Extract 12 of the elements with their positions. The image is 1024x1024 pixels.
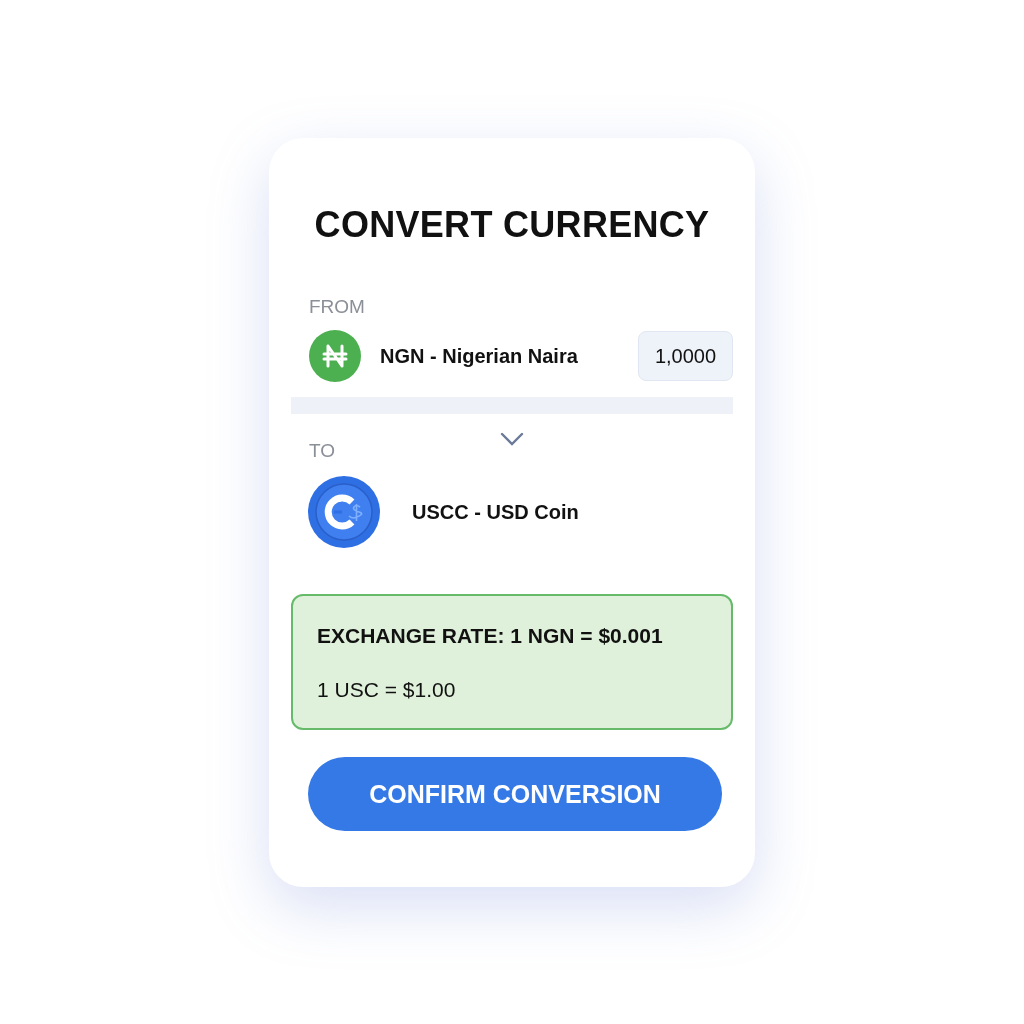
currency-name[interactable]: USCC - USD Coin [412,500,579,524]
to-label: TO [309,440,337,462]
confirm-button[interactable]: CONFIRM CONVERSION [308,757,722,831]
rate-text: 1 USC = $1.00 [317,678,457,702]
naira-coin-icon [309,330,361,382]
amount-field[interactable]: 1,0000 [638,331,733,381]
coin-icon [308,476,380,548]
chevron-down-icon[interactable] [500,432,524,446]
from-label: FROM [309,296,366,318]
rate-text: EXCHANGE RATE: 1 NGN = $0.001 [317,624,664,648]
currency-name[interactable]: NGN - Nigerian Naira [380,344,578,368]
page-title: CONVERT CURRENCY [313,204,711,246]
